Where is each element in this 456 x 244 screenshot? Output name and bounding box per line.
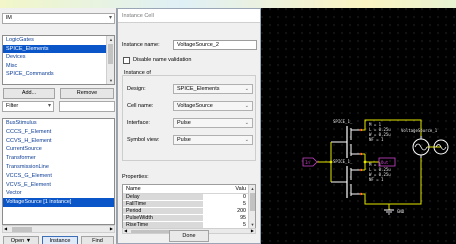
caret-down-icon: ▼ (25, 238, 32, 244)
cell-name-select[interactable]: VoltageSource ⌄ (173, 101, 253, 111)
library-panel: lM ▾ LogicGates SPICE_Elements Devices M… (0, 8, 117, 244)
library-item[interactable]: SPICE_Elements (3, 44, 114, 53)
library-combo-value: lM (6, 15, 12, 21)
chevron-down-icon: ⌄ (244, 120, 249, 126)
instance-cell-dialog: Instance Cell Instance name: VoltageSour… (117, 8, 261, 244)
scroll-right-icon[interactable]: ▶ (110, 226, 113, 232)
junction-dot (363, 160, 367, 164)
chevron-down-icon: ▾ (108, 15, 112, 21)
chevron-down-icon: ⌄ (244, 86, 249, 92)
symbol-view-select[interactable]: Pulse ⌄ (173, 135, 253, 145)
instance-name-label: Instance name: (122, 42, 160, 48)
output-net-label: Out (381, 160, 389, 165)
property-value[interactable]: 0 (243, 194, 246, 201)
element-item[interactable]: Transformer (3, 154, 114, 163)
filter-input[interactable] (59, 101, 115, 112)
element-item[interactable]: CCVS_H_Element (3, 137, 114, 146)
property-name: Period (123, 208, 203, 215)
chevron-down-icon: ⌄ (244, 137, 249, 143)
scroll-down-icon[interactable]: ▼ (107, 77, 114, 84)
element-item[interactable]: CurrentSource (3, 145, 114, 154)
element-item[interactable]: Vector (3, 189, 114, 198)
design-select[interactable]: SPICE_Elements ⌄ (173, 84, 253, 94)
element-item[interactable]: VCVS_E_Element (3, 181, 114, 190)
library-item[interactable]: Misc (3, 62, 114, 71)
done-button[interactable]: Done (169, 230, 209, 242)
property-value[interactable]: 200 (237, 208, 246, 215)
scroll-up-icon[interactable]: ▲ (107, 36, 114, 43)
disable-validation-checkbox[interactable] (123, 57, 130, 64)
instance-button[interactable]: Instance (42, 236, 78, 244)
scroll-thumb[interactable] (250, 193, 255, 211)
remove-button[interactable]: Remove (60, 88, 114, 99)
property-row[interactable]: Period 200 (123, 208, 255, 215)
library-item[interactable]: Devices (3, 53, 114, 62)
element-item[interactable]: VCCS_G_Element (3, 172, 114, 181)
props-header-name: Name (126, 186, 141, 192)
element-item[interactable]: BusStimulus (3, 119, 114, 128)
library-combo[interactable]: lM ▾ (2, 13, 115, 24)
chevron-down-icon: ▾ (47, 103, 51, 109)
symbol-view-label: Symbol view: (127, 137, 160, 143)
properties-table: Name Valu Delay 0 FallTime 5 Period 200 … (122, 184, 256, 229)
param-top-nf: NF = 1 (369, 137, 384, 142)
scroll-thumb[interactable] (12, 227, 32, 232)
find-button[interactable]: Find (81, 236, 114, 244)
properties-label: Properties: (122, 174, 149, 180)
property-row[interactable]: FallTime 5 (123, 201, 255, 208)
library-scrollbar[interactable]: ▲ ▼ (106, 36, 114, 84)
open-button[interactable]: Open ▼ (3, 236, 39, 244)
schematic-canvas[interactable]: SPICE_1_ M = 1 L = 0.25u W = 0.25u NF = … (261, 8, 456, 244)
props-header-value: Valu (235, 186, 246, 192)
design-label: Design: (127, 86, 146, 92)
property-value[interactable]: 95 (240, 215, 246, 222)
interface-select[interactable]: Pulse ⌄ (173, 118, 253, 128)
element-item[interactable]: TransmissionLine (3, 163, 114, 172)
junction-dot (329, 160, 333, 164)
scroll-left-icon[interactable]: ◀ (4, 226, 7, 232)
voltage-source-name: VoltageSource_1 (401, 128, 438, 133)
property-name: PulseWidth (123, 215, 203, 222)
cell-name-label: Cell name: (127, 103, 154, 109)
element-list: BusStimulus CCCS_F_Element CCVS_H_Elemen… (2, 118, 115, 225)
symbol-view-select-value: Pulse (177, 137, 191, 143)
library-item[interactable]: LogicGates (3, 36, 114, 45)
scroll-right-icon[interactable]: ▶ (251, 228, 254, 234)
scroll-left-icon[interactable]: ◀ (124, 228, 127, 234)
open-button-label: Open (10, 238, 25, 244)
property-value[interactable]: 5 (243, 201, 246, 208)
scroll-thumb[interactable] (108, 44, 113, 64)
filter-combo[interactable]: Filter ▾ (2, 101, 54, 112)
library-list: LogicGates SPICE_Elements Devices Misc S… (2, 35, 115, 85)
param-bot-nf: NF = 1 (369, 177, 384, 182)
properties-scrollbar[interactable]: ▲ ▼ (248, 185, 255, 228)
library-item[interactable]: SPICE_Commands (3, 70, 114, 79)
design-select-value: SPICE_Elements (177, 86, 220, 92)
schematic-drawing: SPICE_1_ M = 1 L = 0.25u W = 0.25u NF = … (261, 8, 456, 244)
interface-label: Interface: (127, 120, 150, 126)
properties-header: Name Valu (123, 185, 255, 194)
scroll-up-icon[interactable]: ▲ (249, 185, 255, 192)
add-button[interactable]: Add... (3, 88, 55, 99)
canvas-grid (261, 8, 456, 244)
dialog-title: Instance Cell (118, 9, 260, 23)
ground-label: GND (397, 209, 405, 214)
element-item[interactable]: CCCS_F_Element (3, 128, 114, 137)
filter-combo-label: Filter (6, 103, 19, 109)
scroll-down-icon[interactable]: ▼ (249, 221, 255, 228)
instance-name-input[interactable]: VoltageSource_2 (173, 40, 257, 50)
property-row[interactable]: PulseWidth 95 (123, 215, 255, 222)
element-hscrollbar[interactable]: ◀ ▶ (2, 225, 115, 233)
property-name: FallTime (123, 201, 203, 208)
property-row[interactable]: Delay 0 (123, 194, 255, 201)
inst-label-bottom: SPICE_1_ (333, 159, 353, 164)
input-port-label: In (305, 160, 310, 165)
element-item[interactable]: VoltageSource [1 instance] (3, 198, 114, 207)
disable-validation-label: Disable name validation (133, 57, 192, 63)
property-name: Delay (123, 194, 203, 201)
interface-select-value: Pulse (177, 120, 191, 126)
cell-name-select-value: VoltageSource (177, 103, 213, 109)
inst-label-top: SPICE_1_ (333, 119, 353, 124)
chevron-down-icon: ⌄ (244, 103, 249, 109)
